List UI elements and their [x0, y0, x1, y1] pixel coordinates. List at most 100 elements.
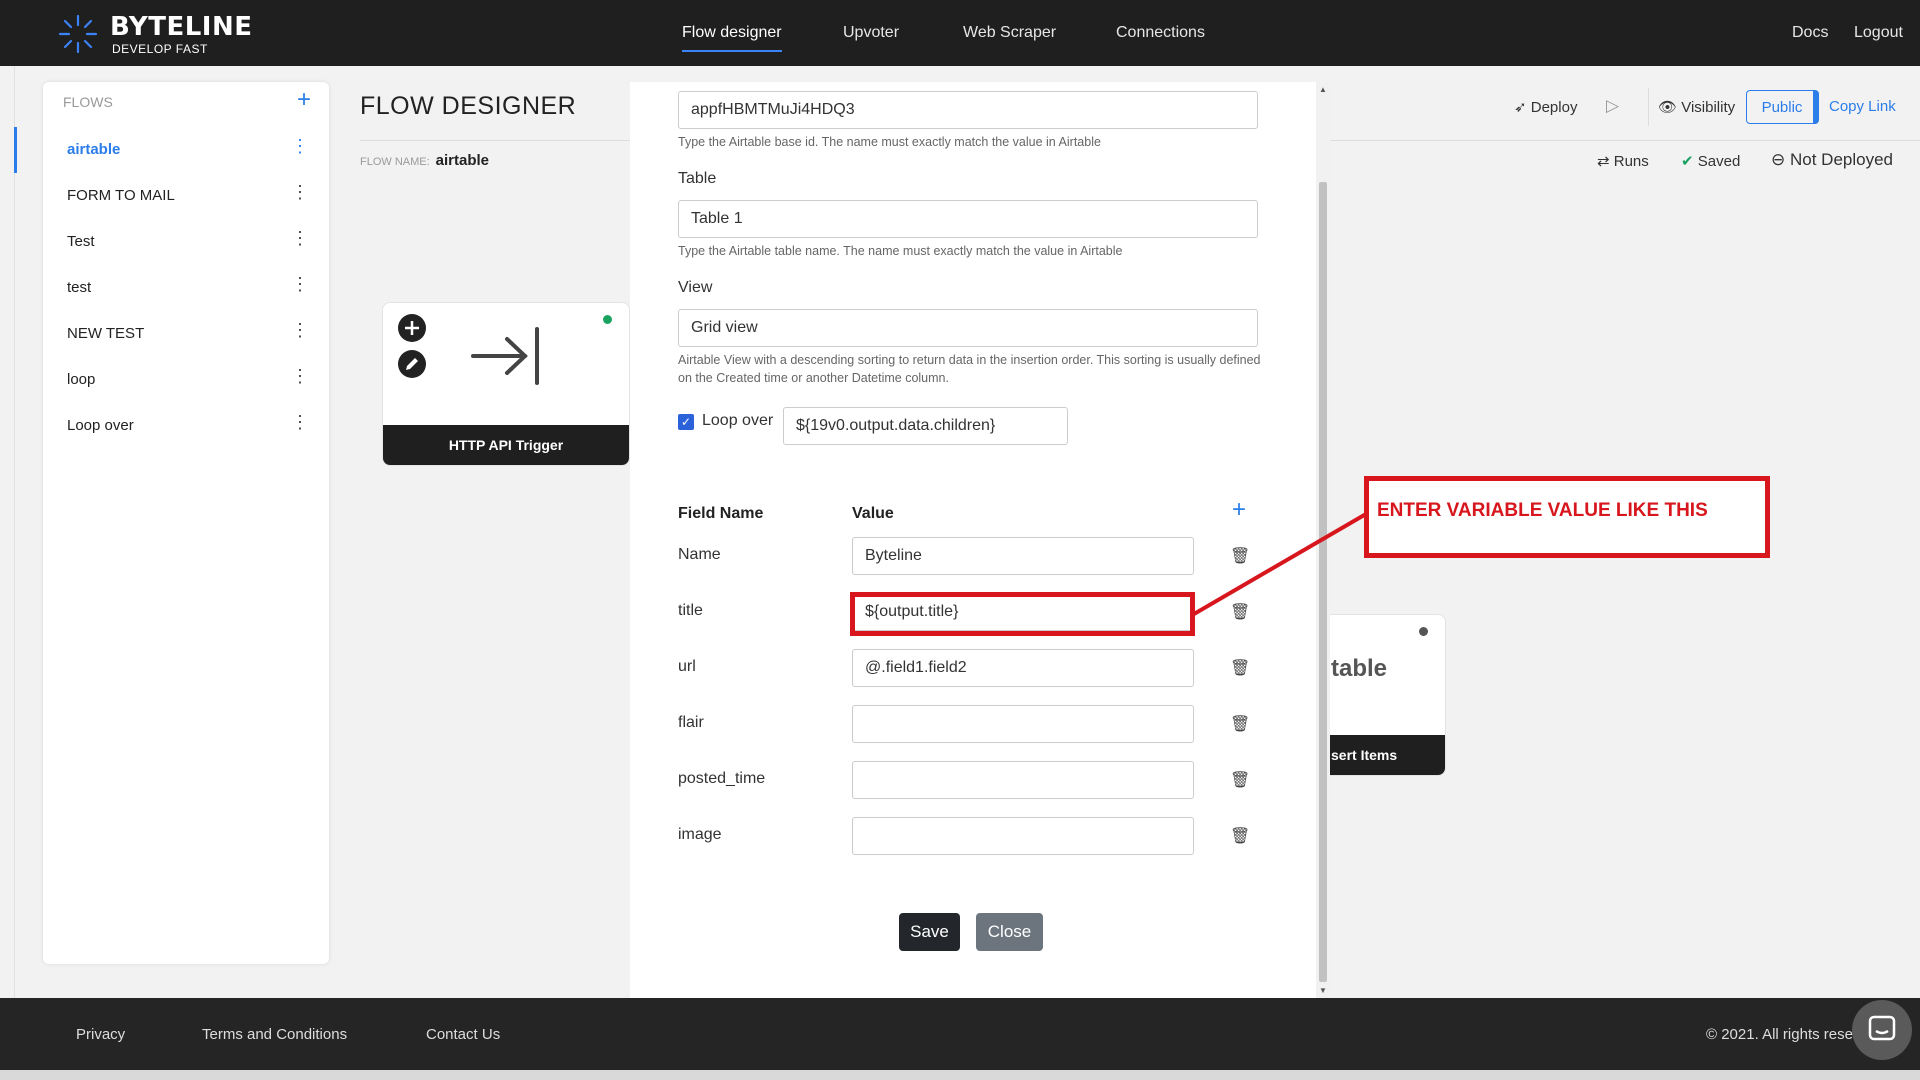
nav-connections[interactable]: Connections — [1116, 0, 1205, 66]
field-label-flair: flair — [678, 714, 704, 731]
nav-logout[interactable]: Logout — [1854, 0, 1903, 66]
sidebar-item-label: airtable — [67, 141, 121, 158]
annotation-pointer — [1192, 512, 1368, 616]
footer-terms-link[interactable]: Terms and Conditions — [202, 1026, 347, 1043]
view-help: Airtable View with a descending sorting … — [678, 353, 1261, 385]
close-button[interactable]: Close — [976, 913, 1043, 951]
sidebar-item-label: FORM TO MAIL — [67, 187, 175, 204]
kebab-menu-icon[interactable]: ⋮ — [291, 137, 309, 155]
add-node-icon[interactable] — [397, 313, 427, 343]
field-label-posted-time: posted_time — [678, 770, 766, 787]
node-title: HTTP API Trigger — [383, 425, 629, 465]
runs-label: Runs — [1613, 153, 1649, 170]
field-value-image[interactable] — [852, 817, 1194, 855]
not-deployed-label: Not Deployed — [1789, 150, 1893, 169]
deploy-status: ⊖ Not Deployed — [1771, 150, 1893, 170]
deploy-label: Deploy — [1530, 99, 1578, 116]
sidebar-item-loop-over[interactable]: Loop over ⋮ — [43, 404, 329, 448]
kebab-menu-icon[interactable]: ⋮ — [291, 183, 309, 201]
flows-sidebar: FLOWS + airtable ⋮ FORM TO MAIL ⋮ Test ⋮… — [43, 82, 329, 964]
sidebar-item-label: NEW TEST — [67, 325, 145, 342]
page-title: FLOW DESIGNER — [360, 92, 577, 120]
kebab-menu-icon[interactable]: ⋮ — [291, 321, 309, 339]
edit-node-icon[interactable] — [397, 349, 427, 379]
top-navbar: BYTELINE DEVELOP FAST Flow designer Upvo… — [0, 0, 1920, 66]
trash-icon[interactable]: 🗑 — [1230, 658, 1250, 678]
view-input[interactable] — [678, 309, 1258, 347]
field-value-posted-time[interactable] — [852, 761, 1194, 799]
table-input[interactable] — [678, 200, 1258, 238]
nav-docs[interactable]: Docs — [1792, 0, 1828, 66]
active-flow-indicator — [14, 127, 17, 173]
field-value-flair[interactable] — [852, 705, 1194, 743]
field-label-name: Name — [678, 546, 721, 563]
saved-status: ✔ Saved — [1681, 152, 1740, 170]
field-value-name[interactable] — [852, 537, 1194, 575]
sidebar-item-loop[interactable]: loop ⋮ — [43, 358, 329, 402]
trash-icon[interactable]: 🗑 — [1230, 714, 1250, 734]
field-value-url[interactable] — [852, 649, 1194, 687]
table-label: Table — [678, 170, 717, 187]
flow-name-value: airtable — [435, 152, 490, 169]
loop-over-checkbox[interactable]: ✓ — [678, 414, 694, 430]
kebab-menu-icon[interactable]: ⋮ — [291, 413, 309, 431]
view-label: View — [678, 279, 713, 296]
rocket-icon: ➶ — [1514, 99, 1527, 116]
public-button[interactable]: Public — [1746, 90, 1819, 124]
sidebar-item-airtable[interactable]: airtable ⋮ — [43, 128, 329, 172]
kebab-menu-icon[interactable]: ⋮ — [291, 229, 309, 247]
loop-over-input[interactable] — [783, 407, 1068, 445]
flow-name-label: FLOW NAME: — [360, 156, 430, 168]
chat-icon — [1868, 1015, 1896, 1041]
check-icon: ✔ — [1681, 153, 1694, 170]
field-label-title: title — [678, 602, 703, 619]
node-status-dot — [1419, 627, 1428, 636]
sidebar-item-test[interactable]: Test ⋮ — [43, 220, 329, 264]
sidebar-item-label: loop — [67, 371, 96, 388]
kebab-menu-icon[interactable]: ⋮ — [291, 275, 309, 293]
nav-flow-designer[interactable]: Flow designer — [682, 0, 782, 66]
starburst-logo-icon — [58, 14, 98, 54]
scroll-up-icon[interactable]: ▲ — [1319, 85, 1327, 94]
copy-link-button[interactable]: Copy Link — [1829, 98, 1896, 115]
kebab-menu-icon[interactable]: ⋮ — [291, 367, 309, 385]
chat-launcher-button[interactable] — [1852, 1000, 1912, 1060]
add-flow-icon[interactable]: + — [297, 88, 311, 112]
scroll-down-icon[interactable]: ▼ — [1319, 986, 1327, 995]
save-button[interactable]: Save — [899, 913, 960, 951]
minus-circle-icon: ⊖ — [1771, 150, 1786, 169]
app-name: BYTELINE — [110, 11, 253, 42]
node-status-dot — [603, 315, 612, 324]
toolbar-divider — [1648, 88, 1649, 126]
copyright-text: © 2021. All rights rese — [1706, 1026, 1853, 1043]
saved-label: Saved — [1697, 153, 1741, 170]
nav-web-scraper[interactable]: Web Scraper — [963, 0, 1056, 66]
flows-header: FLOWS — [63, 94, 113, 110]
footer-contact-link[interactable]: Contact Us — [426, 1026, 500, 1043]
field-label-url: url — [678, 658, 696, 675]
swap-arrows-icon: ⇄ — [1597, 153, 1610, 170]
trash-icon[interactable]: 🗑 — [1230, 826, 1250, 846]
http-api-trigger-node[interactable]: HTTP API Trigger — [382, 302, 630, 466]
byteline-logo[interactable]: BYTELINE DEVELOP FAST — [58, 12, 252, 56]
sidebar-item-test-lower[interactable]: test ⋮ — [43, 266, 329, 310]
nav-upvoter[interactable]: Upvoter — [843, 0, 899, 66]
footer-privacy-link[interactable]: Privacy — [76, 1026, 125, 1043]
base-id-input[interactable] — [678, 91, 1258, 129]
sidebar-item-form-to-mail[interactable]: FORM TO MAIL ⋮ — [43, 174, 329, 218]
visibility-label: Visibility — [1681, 99, 1736, 116]
annotation-callout: ENTER VARIABLE VALUE LIKE THIS — [1364, 476, 1770, 558]
trash-icon[interactable]: 🗑 — [1230, 770, 1250, 790]
sidebar-item-new-test[interactable]: NEW TEST ⋮ — [43, 312, 329, 356]
visibility-toggle[interactable]: 👁 Visibility — [1658, 98, 1735, 116]
base-id-help: Type the Airtable base id. The name must… — [678, 135, 1101, 149]
run-play-icon[interactable]: ▷ — [1606, 96, 1619, 116]
node-logo-text: table — [1331, 655, 1388, 682]
highlight-box — [850, 592, 1195, 636]
field-name-header: Field Name — [678, 505, 764, 522]
runs-button[interactable]: ⇄ Runs — [1597, 152, 1649, 170]
table-help: Type the Airtable table name. The name m… — [678, 244, 1123, 258]
arrow-to-bar-icon — [471, 327, 539, 385]
deploy-button[interactable]: ➶ Deploy — [1514, 98, 1577, 116]
flow-name-row: FLOW NAME: airtable — [360, 152, 489, 169]
